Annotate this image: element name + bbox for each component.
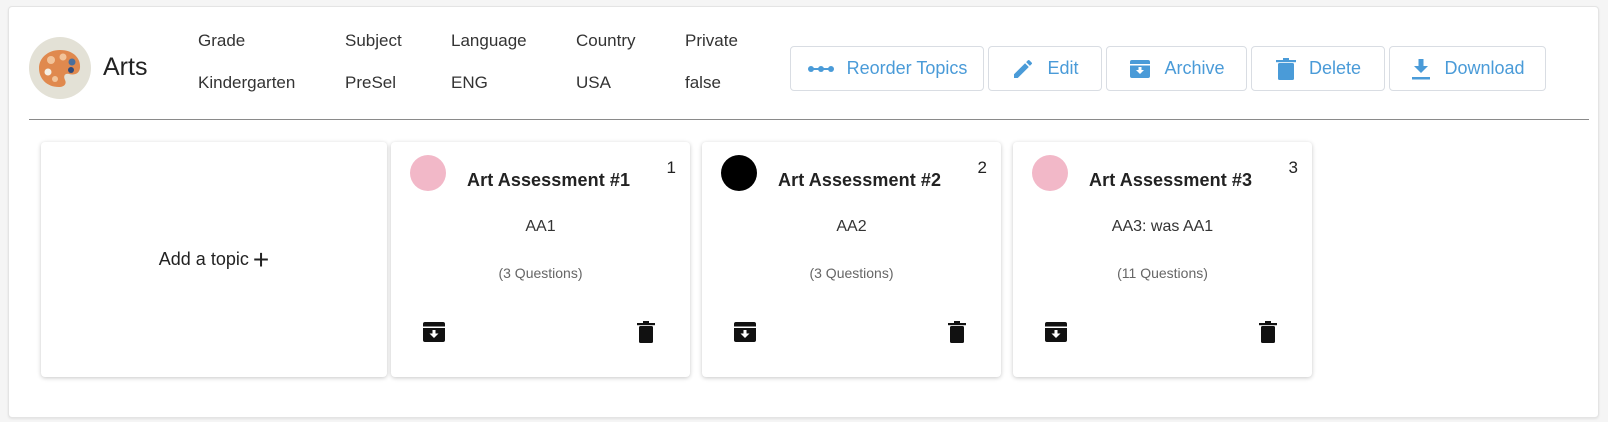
topic-question-count: (3 Questions)	[809, 265, 894, 281]
meta-label: Grade	[198, 31, 246, 50]
topic-card[interactable]: 2 Art Assessment #2 AA2 (3 Questions)	[702, 142, 1001, 377]
topic-card[interactable]: 3 Art Assessment #3 AA3: was AA1 (11 Que…	[1013, 142, 1312, 377]
meta-language: Language ENG	[451, 31, 527, 93]
reorder-icon	[807, 63, 835, 75]
meta-value: Kindergarten	[198, 73, 296, 92]
meta-value: false	[685, 73, 721, 92]
subject-panel: Arts Grade Kindergarten Subject PreSel L…	[8, 6, 1599, 418]
topic-title: Art Assessment #2	[778, 170, 942, 190]
topic-archive-icon[interactable]	[733, 320, 757, 349]
delete-label: Delete	[1308, 58, 1362, 78]
meta-country: Country USA	[576, 31, 636, 93]
meta-value: ENG	[451, 73, 488, 92]
topic-number: 1	[666, 158, 676, 177]
add-topic-label: Add a topic	[158, 249, 249, 269]
topic-number: 3	[1288, 158, 1298, 177]
download-label: Download	[1444, 58, 1525, 78]
archive-button[interactable]: Archive	[1106, 46, 1247, 91]
header-divider	[29, 119, 1589, 120]
trash-icon	[1275, 57, 1297, 81]
meta-label: Language	[451, 31, 527, 50]
topic-color-dot	[1032, 155, 1068, 191]
topic-title: Art Assessment #1	[467, 170, 631, 190]
meta-value: USA	[576, 73, 611, 92]
edit-label: Edit	[1047, 58, 1079, 78]
topic-code: AA2	[836, 218, 867, 235]
topic-question-count: (3 Questions)	[498, 265, 583, 281]
delete-button[interactable]: Delete	[1251, 46, 1385, 91]
topic-trash-icon[interactable]	[1258, 320, 1278, 349]
meta-subject: Subject PreSel	[345, 31, 402, 93]
topic-code: AA3: was AA1	[1111, 218, 1214, 235]
meta-label: Country	[576, 31, 636, 50]
topic-trash-icon[interactable]	[636, 320, 656, 349]
topic-title: Art Assessment #3	[1089, 170, 1253, 190]
meta-label: Private	[685, 31, 738, 50]
meta-label: Subject	[345, 31, 402, 50]
topic-question-count: (11 Questions)	[1117, 265, 1208, 281]
topic-color-dot	[410, 155, 446, 191]
meta-private: Private false	[685, 31, 738, 93]
archive-label: Archive	[1164, 58, 1225, 78]
palette-icon	[39, 50, 81, 87]
reorder-topics-button[interactable]: Reorder Topics	[790, 46, 984, 91]
edit-button[interactable]: Edit	[988, 46, 1102, 91]
topic-trash-icon[interactable]	[947, 320, 967, 349]
topic-archive-icon[interactable]	[1044, 320, 1068, 349]
meta-value: PreSel	[345, 73, 397, 92]
subject-avatar	[29, 37, 91, 99]
topic-color-dot	[721, 155, 757, 191]
download-icon	[1410, 57, 1432, 81]
pencil-icon	[1011, 57, 1035, 81]
topic-archive-icon[interactable]	[422, 320, 446, 349]
archive-icon	[1128, 57, 1152, 81]
add-topic-card[interactable]: Add a topic +	[41, 142, 387, 377]
reorder-topics-label: Reorder Topics	[846, 58, 968, 78]
topic-code: AA1	[525, 218, 556, 235]
page-title: Arts	[103, 53, 148, 81]
topic-card[interactable]: 1 Art Assessment #1 AA1 (3 Questions)	[391, 142, 690, 377]
download-button[interactable]: Download	[1389, 46, 1546, 91]
topic-number: 2	[977, 158, 987, 177]
plus-icon: +	[252, 243, 270, 275]
meta-grade: Grade Kindergarten	[198, 31, 295, 93]
